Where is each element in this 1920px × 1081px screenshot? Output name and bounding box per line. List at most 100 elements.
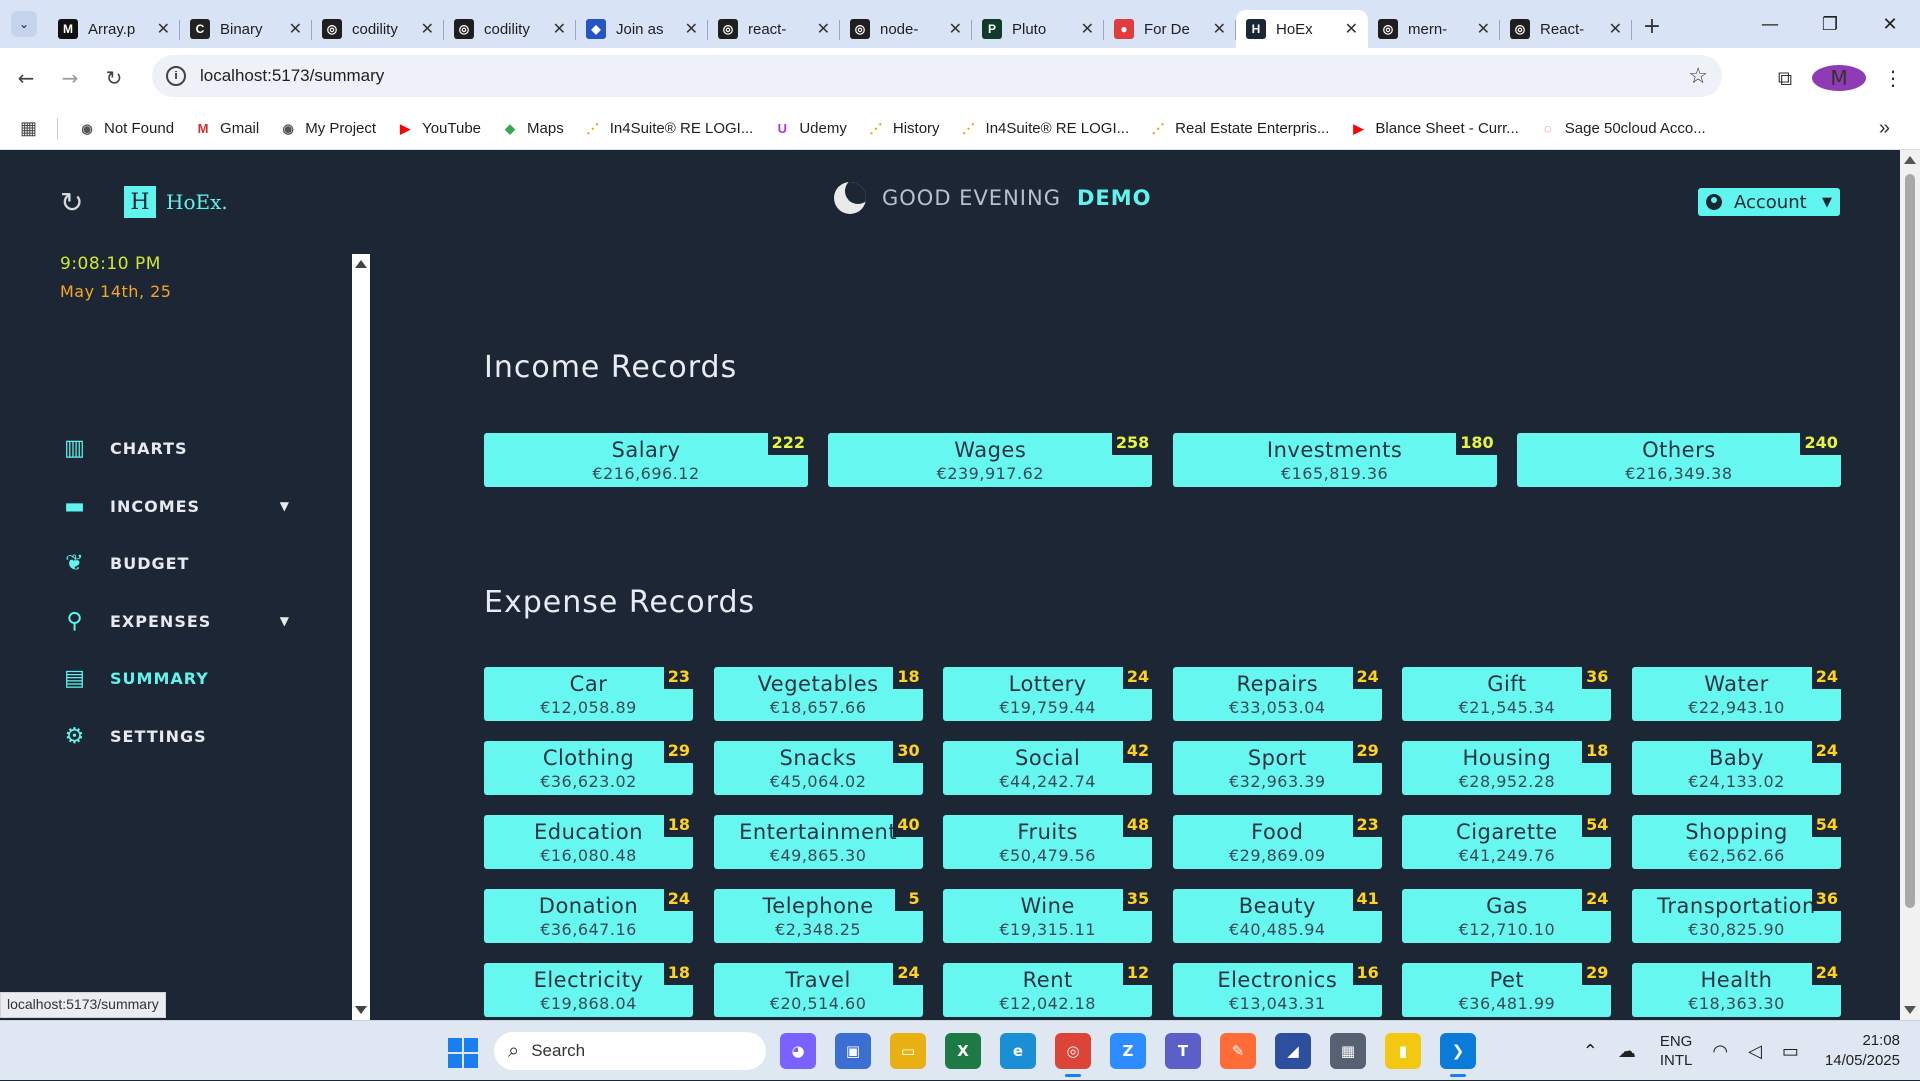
close-icon[interactable]: ✕ — [817, 19, 830, 39]
record-card[interactable]: Vegetables €18,657.66 18 — [713, 665, 923, 721]
zoom-icon[interactable]: Z — [1110, 1033, 1146, 1069]
record-card[interactable]: Travel €20,514.60 24 — [713, 961, 923, 1017]
close-window-button[interactable]: ✕ — [1860, 0, 1920, 48]
chevron-up-icon[interactable]: ⌃ — [1583, 1041, 1598, 1062]
sidebar-item-summary[interactable]: ▤ SUMMARY — [60, 650, 290, 708]
record-card[interactable]: Food €29,869.09 23 — [1172, 813, 1382, 869]
record-card[interactable]: Electricity €19,868.04 18 — [484, 961, 693, 1017]
bookmark-item[interactable]: ◆ Maps — [501, 120, 564, 138]
forward-button[interactable]: → — [52, 60, 88, 96]
close-icon[interactable]: ✕ — [1213, 19, 1226, 39]
close-icon[interactable]: ✕ — [157, 19, 170, 39]
battery-icon[interactable]: ▭ — [1782, 1041, 1799, 1062]
file-explorer-icon[interactable]: ▭ — [890, 1033, 926, 1069]
sidebar-item-settings[interactable]: ⚙ SETTINGS — [60, 708, 290, 766]
record-card[interactable]: Pet €36,481.99 29 — [1402, 961, 1612, 1017]
reload-button[interactable]: ↻ — [96, 60, 132, 96]
sidebar-item-charts[interactable]: ▥ CHARTS — [60, 420, 290, 478]
volume-icon[interactable]: ◁ — [1748, 1041, 1762, 1062]
record-card[interactable]: Repairs €33,053.04 24 — [1172, 665, 1382, 721]
browser-tab[interactable]: ◎ react- ✕ — [708, 10, 840, 48]
close-icon[interactable]: ✕ — [949, 19, 962, 39]
record-card[interactable]: Transportation €30,825.90 36 — [1632, 887, 1841, 943]
sidebar-item-budget[interactable]: ❦ BUDGET — [60, 535, 290, 593]
wifi-icon[interactable]: ◠ — [1712, 1041, 1728, 1062]
minimize-button[interactable]: — — [1740, 0, 1800, 48]
browser-tab[interactable]: C Binary ✕ — [180, 10, 312, 48]
teams-icon[interactable]: T — [1165, 1033, 1201, 1069]
record-card[interactable]: Beauty €40,485.94 41 — [1172, 887, 1382, 943]
edge-icon[interactable]: e — [1000, 1033, 1036, 1069]
profile-button[interactable]: M — [1812, 65, 1866, 91]
browser-tab[interactable]: P Pluto ✕ — [972, 10, 1104, 48]
record-card[interactable]: Social €44,242.74 42 — [943, 739, 1153, 795]
browser-tab[interactable]: ◎ React- ✕ — [1500, 10, 1632, 48]
scrollbar-thumb[interactable] — [1905, 174, 1915, 908]
record-card[interactable]: Baby €24,133.02 24 — [1632, 739, 1841, 795]
bookmark-item[interactable]: ▶ Blance Sheet - Curr... — [1349, 120, 1518, 138]
new-tab-button[interactable]: + — [1632, 14, 1672, 39]
record-card[interactable]: Entertainment €49,865.30 40 — [713, 813, 923, 869]
record-card[interactable]: Investments €165,819.36 180 — [1172, 431, 1497, 487]
apps-grid-icon[interactable]: ▦ — [0, 117, 58, 140]
site-info-icon[interactable]: i — [166, 66, 186, 86]
refresh-icon[interactable]: ↻ — [60, 186, 83, 219]
record-card[interactable]: Electronics €13,043.31 16 — [1172, 961, 1382, 1017]
restore-button[interactable]: ❐ — [1800, 0, 1860, 48]
taskbar-search[interactable]: ⌕ Search — [494, 1032, 766, 1070]
menu-kebab-icon[interactable]: ⋮ — [1866, 66, 1920, 90]
record-card[interactable]: Water €22,943.10 24 — [1632, 665, 1841, 721]
record-card[interactable]: Health €18,363.30 24 — [1632, 961, 1841, 1017]
bookmark-item[interactable]: ◉ My Project — [279, 120, 377, 138]
close-icon[interactable]: ✕ — [421, 19, 434, 39]
bookmark-star-icon[interactable]: ☆ — [1688, 63, 1708, 89]
close-icon[interactable]: ✕ — [1081, 19, 1094, 39]
bookmark-item[interactable]: ⋰ In4Suite® RE LOGI... — [960, 120, 1129, 138]
language-indicator[interactable]: ENG INTL — [1660, 1032, 1693, 1070]
close-icon[interactable]: ✕ — [1345, 19, 1358, 39]
app-logo[interactable]: H HoEx. — [124, 186, 228, 218]
close-icon[interactable]: ✕ — [685, 19, 698, 39]
close-icon[interactable]: ✕ — [1477, 19, 1490, 39]
back-button[interactable]: ← — [8, 60, 44, 96]
sidebar-scrollbar[interactable] — [352, 254, 370, 1020]
vscode-icon[interactable]: ❯ — [1440, 1033, 1476, 1077]
record-card[interactable]: Clothing €36,623.02 29 — [484, 739, 693, 795]
scroll-down-arrow[interactable] — [1904, 1006, 1916, 1014]
calculator-icon[interactable]: ▦ — [1330, 1033, 1366, 1069]
account-button[interactable]: Account ▼ — [1698, 188, 1840, 216]
record-card[interactable]: Gift €21,545.34 36 — [1402, 665, 1612, 721]
bookmark-item[interactable]: U Udemy — [773, 120, 847, 138]
excel-icon[interactable]: X — [945, 1033, 981, 1069]
bookmark-item[interactable]: M Gmail — [194, 120, 260, 138]
page-scrollbar[interactable] — [1900, 150, 1920, 1020]
record-card[interactable]: Sport €32,963.39 29 — [1172, 739, 1382, 795]
chrome-icon[interactable]: ◎ — [1055, 1033, 1091, 1077]
bookmark-item[interactable]: ▶ YouTube — [396, 120, 481, 138]
bookmark-item[interactable]: ⋰ History — [867, 120, 939, 138]
sidebar-item-incomes[interactable]: ▬ INCOMES ▼ — [60, 478, 290, 536]
close-icon[interactable]: ✕ — [553, 19, 566, 39]
powerbi-icon[interactable]: ▮ — [1385, 1033, 1421, 1069]
record-card[interactable]: Shopping €62,562.66 54 — [1632, 813, 1841, 869]
record-card[interactable]: Rent €12,042.18 12 — [943, 961, 1153, 1017]
bookmark-item[interactable]: ⋰ Real Estate Enterpris... — [1149, 120, 1330, 138]
record-card[interactable]: Housing €28,952.28 18 — [1402, 739, 1612, 795]
browser-tab[interactable]: ◎ codility ✕ — [444, 10, 576, 48]
record-card[interactable]: Cigarette €41,249.76 54 — [1402, 813, 1612, 869]
bookmarks-overflow-icon[interactable]: » — [1879, 117, 1890, 140]
desktop-icon[interactable]: ▣ — [835, 1033, 871, 1069]
close-icon[interactable]: ✕ — [289, 19, 302, 39]
bookmark-item[interactable]: ⋰ In4Suite® RE LOGI... — [584, 120, 753, 138]
browser-tab[interactable]: H HoEx ✕ — [1236, 10, 1368, 48]
tab-search-button[interactable]: ⌄ — [0, 0, 48, 48]
record-card[interactable]: Gas €12,710.10 24 — [1402, 887, 1612, 943]
record-card[interactable]: Education €16,080.48 18 — [484, 813, 693, 869]
browser-tab[interactable]: ◎ node- ✕ — [840, 10, 972, 48]
address-bar[interactable]: i localhost:5173/summary ☆ — [152, 55, 1722, 97]
postman-icon[interactable]: ✎ — [1220, 1033, 1256, 1069]
record-card[interactable]: Lottery €19,759.44 24 — [943, 665, 1153, 721]
browser-tab[interactable]: ◎ mern- ✕ — [1368, 10, 1500, 48]
record-card[interactable]: Fruits €50,479.56 48 — [943, 813, 1153, 869]
extensions-icon[interactable]: ⧉ — [1758, 66, 1812, 90]
